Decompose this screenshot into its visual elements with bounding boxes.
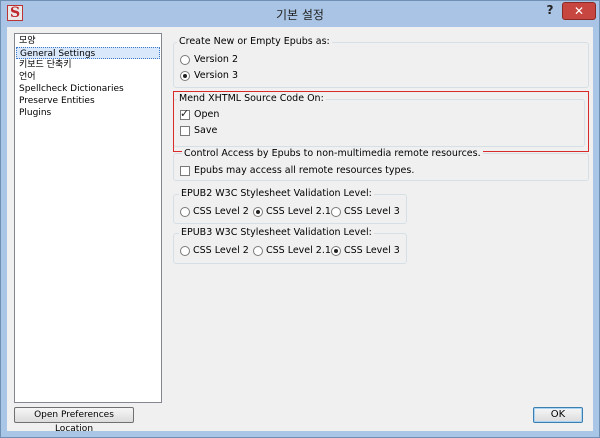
epub-version-title: Create New or Empty Epubs as: bbox=[177, 36, 332, 48]
remote-resources-title: Control Access by Epubs to non-multimedi… bbox=[182, 148, 483, 160]
epub3-css3-radio[interactable] bbox=[331, 246, 341, 256]
annotation-highlight-box bbox=[173, 91, 589, 152]
title-bar[interactable]: S 기본 설정 ? ✕ bbox=[1, 1, 599, 27]
epub2-css3-radio[interactable] bbox=[331, 207, 341, 217]
settings-category-list[interactable]: 모양 General Settings 키보드 단축키 언어 Spellchec… bbox=[14, 33, 162, 403]
radio-selected-dot bbox=[334, 249, 338, 253]
list-item-spellcheck-dictionaries[interactable]: Spellcheck Dictionaries bbox=[16, 83, 160, 95]
epub2-css2-radio[interactable] bbox=[180, 207, 190, 217]
ok-button[interactable]: OK bbox=[533, 407, 583, 423]
list-item-language[interactable]: 언어 bbox=[16, 71, 160, 83]
epub3-css2-radio[interactable] bbox=[180, 246, 190, 256]
epub3-css2-label[interactable]: CSS Level 2 bbox=[193, 245, 249, 257]
epub3-css3-label[interactable]: CSS Level 3 bbox=[344, 245, 400, 257]
version-3-radio[interactable] bbox=[180, 71, 190, 81]
list-item-appearance[interactable]: 모양 bbox=[16, 35, 160, 47]
preferences-window: S 기본 설정 ? ✕ 모양 General Settings 키보드 단축키 … bbox=[0, 0, 600, 438]
help-button[interactable]: ? bbox=[537, 3, 563, 21]
list-item-general-settings[interactable]: General Settings bbox=[16, 47, 160, 59]
epub2-css3-label[interactable]: CSS Level 3 bbox=[344, 206, 400, 218]
list-item-preserve-entities[interactable]: Preserve Entities bbox=[16, 95, 160, 107]
version-3-label[interactable]: Version 3 bbox=[194, 70, 238, 82]
list-item-plugins[interactable]: Plugins bbox=[16, 107, 160, 119]
remote-resources-label[interactable]: Epubs may access all remote resources ty… bbox=[194, 165, 414, 177]
list-item-keyboard-shortcuts[interactable]: 키보드 단축키 bbox=[16, 59, 160, 71]
epub2-css2-label[interactable]: CSS Level 2 bbox=[193, 206, 249, 218]
radio-selected-dot bbox=[183, 74, 187, 78]
radio-selected-dot bbox=[256, 210, 260, 214]
epub2-css21-label[interactable]: CSS Level 2.1 bbox=[266, 206, 331, 218]
version-2-label[interactable]: Version 2 bbox=[194, 54, 238, 66]
remote-resources-checkbox[interactable] bbox=[180, 166, 190, 176]
epub3-css21-radio[interactable] bbox=[253, 246, 263, 256]
window-title: 기본 설정 bbox=[276, 8, 324, 22]
open-preferences-location-button[interactable]: Open Preferences Location bbox=[14, 407, 134, 434]
epub2-css21-radio[interactable] bbox=[253, 207, 263, 217]
epub3-css-title: EPUB3 W3C Stylesheet Validation Level: bbox=[179, 227, 374, 239]
epub2-css-title: EPUB2 W3C Stylesheet Validation Level: bbox=[179, 188, 374, 200]
version-2-radio[interactable] bbox=[180, 55, 190, 65]
close-button[interactable]: ✕ bbox=[562, 2, 596, 20]
epub3-css21-label[interactable]: CSS Level 2.1 bbox=[266, 245, 331, 257]
dialog-body: 모양 General Settings 키보드 단축키 언어 Spellchec… bbox=[7, 27, 593, 434]
